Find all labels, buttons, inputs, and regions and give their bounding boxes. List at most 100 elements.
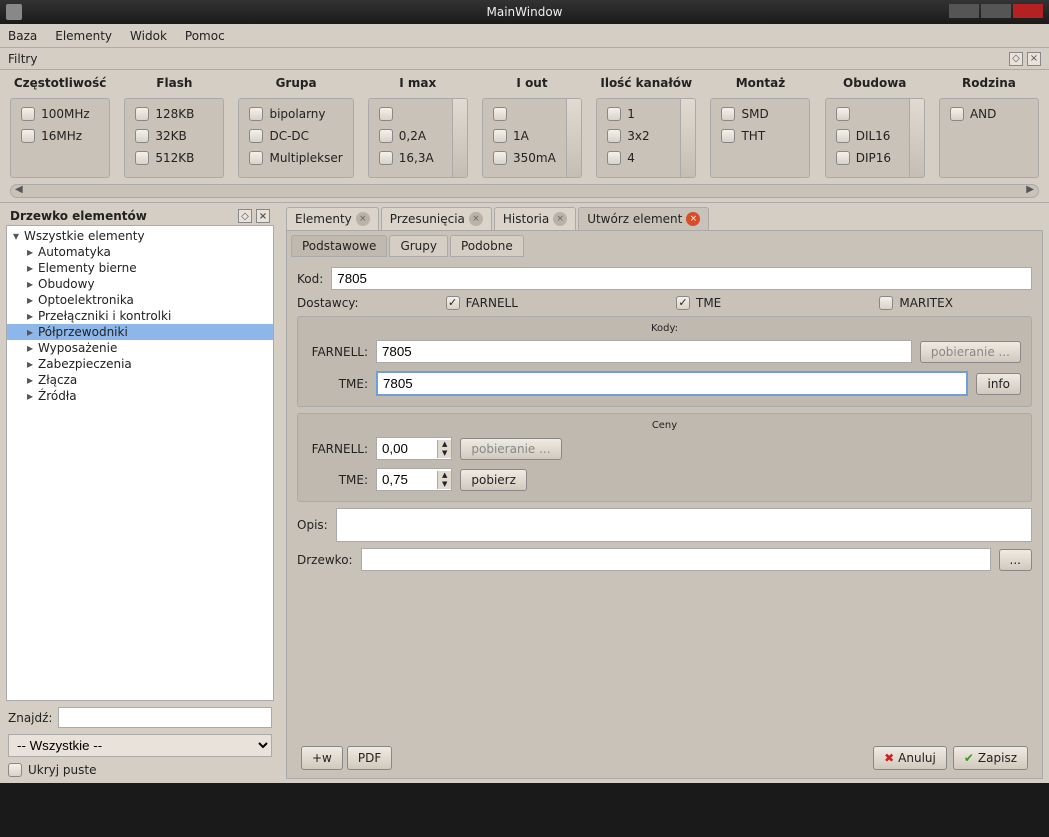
anuluj-button[interactable]: ✖Anuluj [873, 746, 947, 770]
tree-item[interactable]: ▸Obudowy [7, 276, 273, 292]
tree-item[interactable]: ▸Źródła [7, 388, 273, 404]
tab-historia[interactable]: Historia× [494, 207, 576, 230]
filter-col-grupa: Grupa bipolarny DC-DC Multiplekser [238, 76, 353, 178]
chk-128kb[interactable]: 128KB [135, 107, 213, 121]
zapisz-button[interactable]: ✔Zapisz [953, 746, 1028, 770]
farnell-price-fetch-button[interactable]: pobieranie ... [460, 438, 561, 460]
minimize-button[interactable] [949, 4, 979, 18]
tree-item[interactable]: ▸Optoelektronika [7, 292, 273, 308]
kod-label: Kod: [297, 272, 323, 286]
chk-1a[interactable]: 1A [493, 129, 571, 143]
tree-item[interactable]: ▸Złącza [7, 372, 273, 388]
close-icon[interactable]: × [686, 212, 700, 226]
dock-restore-icon[interactable]: ◇ [1009, 52, 1023, 66]
chk-farnell[interactable]: FARNELL [446, 296, 518, 310]
chk-16mhz[interactable]: 16MHz [21, 129, 99, 143]
farnell-kod-input[interactable] [376, 340, 912, 363]
menu-widok[interactable]: Widok [130, 29, 167, 43]
dock-close-icon[interactable]: × [1027, 52, 1041, 66]
tree-dock-close-icon[interactable]: × [256, 209, 270, 223]
chk-350ma[interactable]: 350mA [493, 151, 571, 165]
close-button[interactable] [1013, 4, 1043, 18]
opis-input[interactable] [336, 508, 1032, 542]
chevron-up-icon[interactable]: ˄ [917, 101, 922, 109]
filters-header: Filtry ◇ × [0, 48, 1049, 70]
tme-price-fetch-button[interactable]: pobierz [460, 469, 527, 491]
cancel-icon: ✖ [884, 751, 894, 765]
close-icon[interactable]: × [356, 212, 370, 226]
chk-maritex[interactable]: MARITEX [879, 296, 953, 310]
close-icon[interactable]: × [553, 212, 567, 226]
chk-512kb[interactable]: 512KB [135, 151, 213, 165]
tree-dock-restore-icon[interactable]: ◇ [238, 209, 252, 223]
menu-elementy[interactable]: Elementy [55, 29, 112, 43]
tme-info-button[interactable]: info [976, 373, 1021, 395]
chk-smd[interactable]: SMD [721, 107, 799, 121]
chk-163a[interactable]: 16,3A [379, 151, 457, 165]
titlebar: MainWindow [0, 0, 1049, 24]
chk-hide-empty[interactable]: Ukryj puste [8, 763, 96, 777]
farnell-fetch-button[interactable]: pobieranie ... [920, 341, 1021, 363]
tree-item-selected[interactable]: ▸Półprzewodniki [7, 324, 273, 340]
tme-kod-input[interactable] [376, 371, 968, 396]
tree-item[interactable]: ▸Automatyka [7, 244, 273, 260]
subtab-podstawowe[interactable]: Podstawowe [291, 235, 387, 257]
subtab-grupy[interactable]: Grupy [389, 235, 448, 257]
tree-root[interactable]: ▾Wszystkie elementy [7, 228, 273, 244]
chk-3x2[interactable]: 3x2 [607, 129, 685, 143]
chk-dil16[interactable]: DIL16 [836, 129, 914, 143]
tab-przesuniecia[interactable]: Przesunięcia× [381, 207, 492, 230]
chk-and[interactable]: AND [950, 107, 1028, 121]
tab-utworz-element[interactable]: Utwórz element× [578, 207, 709, 230]
farnell-price-spinner[interactable]: ▲▼ [376, 437, 452, 460]
chevron-up-icon[interactable]: ˄ [575, 101, 580, 109]
group-kody: Kody: FARNELL: pobieranie ... TME: info [297, 316, 1032, 407]
drzewko-browse-button[interactable]: ... [999, 549, 1032, 571]
chk-4ch[interactable]: 4 [607, 151, 685, 165]
tree-item[interactable]: ▸Elementy bierne [7, 260, 273, 276]
chk-multiplekser[interactable]: Multiplekser [249, 151, 342, 165]
tree-filter-select[interactable]: -- Wszystkie -- [8, 734, 272, 757]
chk-32kb[interactable]: 32KB [135, 129, 213, 143]
close-icon[interactable]: × [469, 212, 483, 226]
chevron-down-icon[interactable]: ˅ [575, 167, 580, 175]
chk-bipolarny[interactable]: bipolarny [249, 107, 342, 121]
chk-1ch[interactable]: 1 [607, 107, 685, 121]
filters-hscroll[interactable] [10, 184, 1039, 198]
tab-elementy[interactable]: Elementy× [286, 207, 379, 230]
drzewko-input[interactable] [361, 548, 991, 571]
filter-col-rodzina: Rodzina AND [939, 76, 1039, 178]
kod-input[interactable] [331, 267, 1032, 290]
chevron-down-icon[interactable]: ˅ [460, 167, 465, 175]
menu-baza[interactable]: Baza [8, 29, 37, 43]
filter-col-iout: I out 1A 350mA ˄ ˅ [482, 76, 582, 178]
opis-label: Opis: [297, 518, 328, 532]
subtab-podobne[interactable]: Podobne [450, 235, 524, 257]
tme-price-spinner[interactable]: ▲▼ [376, 468, 452, 491]
chk-dcdc[interactable]: DC-DC [249, 129, 342, 143]
tree-item[interactable]: ▸Przełączniki i kontrolki [7, 308, 273, 324]
pdf-button[interactable]: PDF [347, 746, 392, 770]
chk-obudowa-blank[interactable] [836, 107, 914, 121]
sub-tabs: Podstawowe Grupy Podobne [291, 235, 1038, 257]
chevron-down-icon[interactable]: ˅ [917, 167, 922, 175]
find-input[interactable] [58, 707, 272, 728]
main-tabs: Elementy× Przesunięcia× Historia× Utwórz… [286, 207, 1043, 230]
plusw-button[interactable]: +w [301, 746, 343, 770]
menu-pomoc[interactable]: Pomoc [185, 29, 225, 43]
tree-listbox[interactable]: ▾Wszystkie elementy ▸Automatyka ▸Element… [6, 225, 274, 701]
chk-02a[interactable]: 0,2A [379, 129, 457, 143]
tree-item[interactable]: ▸Zabezpieczenia [7, 356, 273, 372]
chevron-up-icon[interactable]: ˄ [689, 101, 694, 109]
tree-item[interactable]: ▸Wyposażenie [7, 340, 273, 356]
chk-iout-blank[interactable] [493, 107, 571, 121]
chk-imax-blank[interactable] [379, 107, 457, 121]
chevron-down-icon[interactable]: ˅ [689, 167, 694, 175]
group-ceny: Ceny FARNELL: ▲▼ pobieranie ... TME: ▲▼ … [297, 413, 1032, 502]
chk-dip16[interactable]: DIP16 [836, 151, 914, 165]
chevron-up-icon[interactable]: ˄ [460, 101, 465, 109]
chk-tme[interactable]: TME [676, 296, 721, 310]
chk-tht[interactable]: THT [721, 129, 799, 143]
maximize-button[interactable] [981, 4, 1011, 18]
chk-100mhz[interactable]: 100MHz [21, 107, 99, 121]
